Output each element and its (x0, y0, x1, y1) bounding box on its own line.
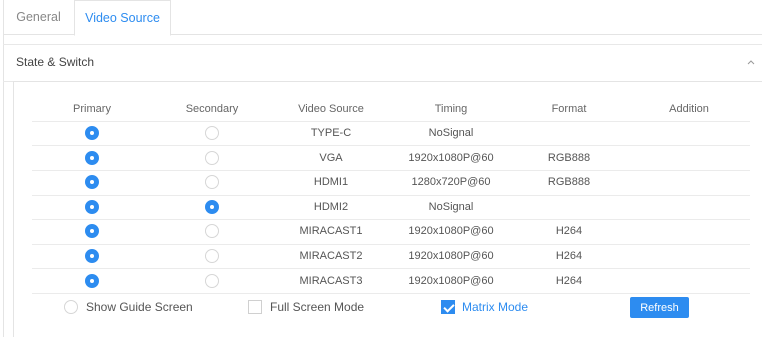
secondary-radio[interactable] (205, 150, 219, 165)
cell-source: HDMI1 (313, 176, 349, 189)
tab-video-source[interactable]: Video Source (74, 0, 171, 36)
header-addition: Addition (669, 103, 709, 115)
section-title: State & Switch (16, 55, 95, 69)
cell-timing: 1280x720P@60 (411, 176, 491, 189)
tab-general[interactable]: General (3, 0, 74, 35)
primary-radio[interactable] (85, 126, 99, 140)
full-screen-label: Full Screen Mode (270, 300, 365, 314)
cell-source: TYPE-C (310, 127, 352, 139)
row-divider (32, 292, 750, 294)
show-guide-radio[interactable] (64, 300, 78, 314)
primary-radio[interactable] (85, 199, 99, 214)
cell-source: MIRACAST3 (299, 274, 363, 287)
cell-timing: 1920x1080P@60 (408, 225, 494, 238)
header-primary: Primary (73, 103, 111, 115)
cell-timing: 1920x1080P@60 (408, 274, 494, 287)
show-guide-label: Show Guide Screen (86, 300, 193, 314)
secondary-radio[interactable] (205, 249, 219, 263)
cell-timing: NoSignal (428, 127, 474, 139)
row-divider (32, 194, 750, 196)
secondary-radio[interactable] (205, 224, 219, 239)
refresh-button[interactable]: Refresh (630, 297, 689, 318)
header-timing: Timing (434, 103, 468, 115)
cell-format: RGB888 (547, 151, 591, 164)
header-divider (32, 121, 750, 122)
cell-source: VGA (319, 151, 343, 164)
secondary-radio[interactable] (205, 199, 219, 214)
full-screen-checkbox[interactable] (248, 300, 262, 314)
cell-format: H264 (555, 225, 583, 238)
cell-timing: 1920x1080P@60 (408, 250, 494, 262)
header-format: Format (551, 103, 587, 115)
matrix-mode-checkbox[interactable] (441, 300, 455, 314)
row-divider (32, 243, 750, 245)
header-secondary: Secondary (185, 103, 239, 115)
cell-source: MIRACAST1 (299, 225, 363, 238)
primary-radio[interactable] (85, 175, 99, 190)
secondary-radio[interactable] (205, 175, 219, 190)
chevron-up-icon[interactable] (746, 57, 756, 67)
secondary-radio[interactable] (205, 273, 219, 288)
secondary-radio[interactable] (205, 126, 219, 140)
primary-radio[interactable] (85, 150, 99, 165)
matrix-mode-label: Matrix Mode (462, 300, 529, 314)
header-video-source: Video Source (298, 103, 364, 115)
cell-source: HDMI2 (313, 200, 349, 213)
row-divider (32, 268, 750, 270)
primary-radio[interactable] (85, 273, 99, 288)
row-divider (32, 145, 750, 147)
tab-bar: General Video Source (3, 0, 762, 36)
primary-radio[interactable] (85, 224, 99, 239)
cell-source: MIRACAST2 (299, 250, 363, 262)
cell-format: H264 (555, 274, 583, 287)
cell-timing: 1920x1080P@60 (408, 151, 494, 164)
row-divider (32, 169, 750, 171)
cell-timing: NoSignal (428, 200, 474, 213)
primary-radio[interactable] (85, 249, 99, 263)
cell-format: H264 (555, 250, 583, 262)
cell-format: RGB888 (547, 176, 591, 189)
row-divider (32, 219, 750, 221)
